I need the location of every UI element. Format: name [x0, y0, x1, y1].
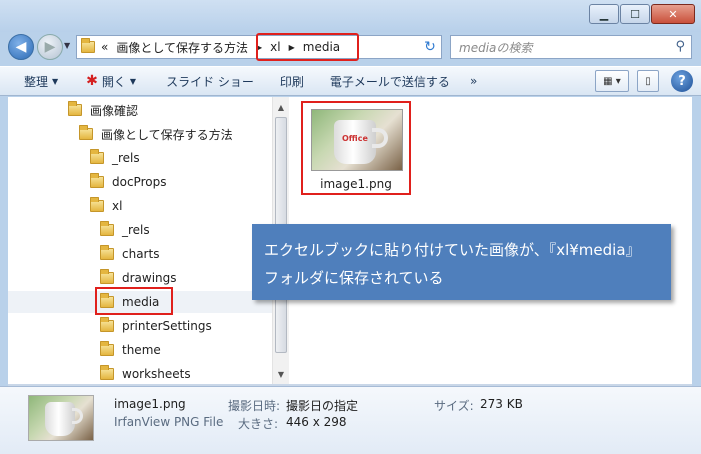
tree-item[interactable]: 画像確認 [68, 99, 138, 121]
more-commands-button[interactable]: » [460, 74, 487, 88]
details-size-value: 273 KB [480, 397, 523, 411]
maximize-button[interactable]: ☐ [620, 4, 650, 24]
folder-icon [79, 125, 93, 140]
office-logo: Office [342, 134, 368, 143]
print-button[interactable]: 印刷 [264, 73, 314, 90]
organize-label: 整理 [24, 74, 49, 89]
tree-item[interactable]: drawings [100, 267, 177, 289]
tree-item-label: drawings [122, 271, 177, 285]
callout-line: エクセルブックに貼り付けていた画像が、『xl¥media』 [264, 241, 641, 259]
tree-item[interactable]: printerSettings [100, 315, 212, 337]
tree-item[interactable]: theme [100, 339, 161, 361]
folder-icon [100, 221, 114, 236]
details-pane: image1.png IrfanView PNG File 撮影日時: 撮影日の… [0, 386, 701, 454]
details-thumbnail [28, 395, 94, 441]
folder-icon [100, 269, 114, 284]
details-size-label: サイズ: [434, 399, 474, 413]
details-dimensions-label: 大きさ: [238, 417, 279, 431]
open-button[interactable]: ✱ 開く ▼ [68, 73, 146, 90]
navigation-pane: 画像確認 画像として保存する方法 _rels docProps xl _rels… [8, 97, 285, 384]
search-input[interactable]: mediaの検索 ⚲ [450, 35, 692, 59]
recent-pages-dropdown[interactable]: ▼ [64, 41, 70, 50]
folder-icon [90, 149, 104, 164]
view-controls: ▦ ▾ ▯ ? [587, 70, 693, 92]
scroll-down-icon[interactable]: ▼ [273, 366, 289, 382]
arrow-right-icon: ▶ [44, 39, 56, 55]
address-row: ◀ ▶ ▼ « 画像として保存する方法 ▶ xl ▶ media ▼ ↻ med… [0, 32, 701, 62]
details-file-type: IrfanView PNG File [114, 415, 224, 429]
command-bar: 整理 ▼ ✱ 開く ▼ スライド ショー 印刷 電子メールで送信する » ▦ ▾ ▯… [0, 66, 701, 96]
file-name: image1.png [320, 177, 392, 191]
window-controls: ▁ ☐ ✕ [588, 4, 695, 24]
preview-pane-icon: ▯ [645, 75, 651, 87]
folder-icon [90, 173, 104, 188]
breadcrumb-item[interactable]: 画像として保存する方法 [116, 39, 248, 56]
search-icon[interactable]: ⚲ [675, 39, 685, 54]
details-file-name: image1.png [114, 397, 186, 411]
minimize-button[interactable]: ▁ [589, 4, 619, 24]
arrow-left-icon: ◀ [15, 39, 27, 55]
chevron-down-icon: ▼ [129, 76, 137, 86]
tree-item[interactable]: _rels [90, 147, 140, 169]
tree-item-label: 画像として保存する方法 [101, 127, 233, 142]
organize-button[interactable]: 整理 ▼ [0, 73, 68, 90]
slideshow-button[interactable]: スライド ショー [146, 73, 264, 90]
tree-item-label: printerSettings [122, 319, 212, 333]
folder-icon [90, 197, 104, 212]
title-bar: ▁ ☐ ✕ [0, 0, 701, 32]
chevron-down-icon: ▼ [52, 76, 59, 86]
tree-item-label: theme [122, 343, 161, 357]
details-dimensions-value: 446 x 298 [286, 415, 347, 429]
tree-item[interactable]: charts [100, 243, 159, 265]
details-date-label: 撮影日時: [228, 399, 281, 413]
folder-icon [100, 341, 114, 356]
view-icon: ▦ ▾ [603, 75, 621, 87]
help-icon[interactable]: ? [671, 70, 693, 92]
tree-item[interactable]: docProps [90, 171, 166, 193]
forward-button[interactable]: ▶ [37, 34, 63, 60]
tree-item-label: 画像確認 [90, 103, 139, 118]
highlight-box [95, 287, 173, 315]
highlight-box [256, 33, 359, 61]
mug-image [45, 402, 75, 436]
tree-item[interactable]: 画像として保存する方法 [79, 123, 233, 145]
annotation-callout: エクセルブックに貼り付けていた画像が、『xl¥media』 フォルダに保存されて… [252, 224, 671, 300]
tree-item-label: _rels [112, 151, 140, 165]
details-date-value[interactable]: 撮影日の指定 [286, 397, 358, 414]
folder-icon [81, 38, 95, 53]
breadcrumb-overflow[interactable]: « [101, 40, 108, 54]
close-button[interactable]: ✕ [651, 4, 695, 24]
mug-handle [72, 408, 83, 424]
tree-item[interactable]: xl [90, 195, 122, 217]
tree-item-label: xl [112, 199, 123, 213]
paint-icon: ✱ [86, 73, 98, 89]
tree-item-label: charts [122, 247, 160, 261]
file-item[interactable]: Office image1.png [301, 101, 411, 195]
folder-icon [100, 317, 114, 332]
folder-icon [100, 365, 114, 380]
tree-item-label: docProps [112, 175, 167, 189]
folder-icon [68, 101, 82, 116]
preview-pane-button[interactable]: ▯ [637, 70, 659, 92]
mug-handle [372, 128, 388, 148]
image-thumbnail: Office [311, 109, 403, 171]
folder-icon [100, 245, 114, 260]
tree-item-label: _rels [122, 223, 150, 237]
email-button[interactable]: 電子メールで送信する [314, 73, 460, 90]
callout-line: フォルダに保存されている [264, 269, 444, 287]
refresh-icon[interactable]: ↻ [419, 35, 441, 59]
tree-item-label: worksheets [122, 367, 191, 381]
open-label: 開く [101, 74, 126, 89]
tree-item[interactable]: worksheets [100, 363, 191, 384]
back-button[interactable]: ◀ [8, 34, 34, 60]
search-placeholder: mediaの検索 [459, 40, 533, 55]
tree-item[interactable]: _rels [100, 219, 150, 241]
scroll-up-icon[interactable]: ▲ [273, 99, 289, 115]
view-options-button[interactable]: ▦ ▾ [595, 70, 629, 92]
